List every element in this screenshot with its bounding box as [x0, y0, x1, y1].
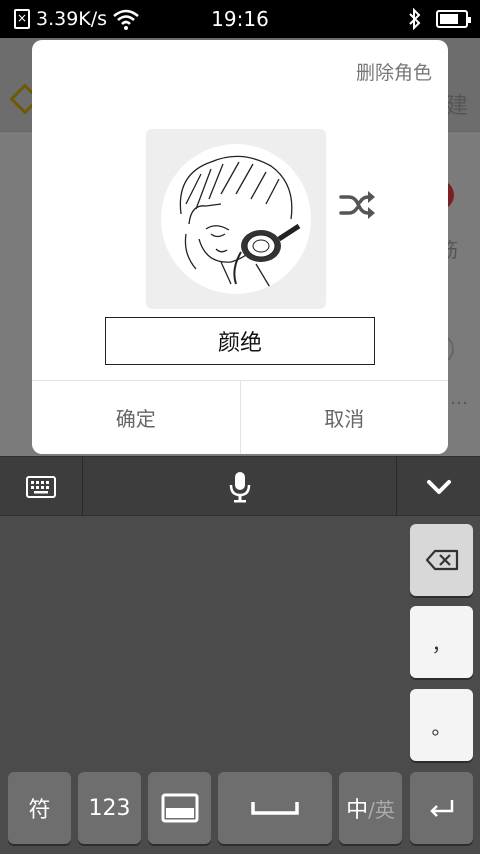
bluetooth-icon — [409, 8, 421, 30]
dialog-actions: 确定 取消 — [32, 380, 448, 454]
avatar-illustration — [179, 155, 301, 290]
lang-primary-label: 中 — [346, 798, 369, 823]
comma-key[interactable]: ， — [410, 606, 473, 678]
avatar — [161, 144, 311, 294]
backspace-icon — [425, 549, 458, 571]
space-icon — [251, 802, 299, 815]
more-label: … — [450, 388, 468, 409]
avatar-frame[interactable] — [146, 129, 326, 309]
delete-role-button[interactable]: 删除角色 — [356, 58, 432, 85]
keyboard: ， 。 符 123 中/英 — [0, 516, 480, 854]
create-label: 建 — [445, 94, 468, 119]
chevron-down-icon — [426, 480, 451, 494]
keyboard-icon — [26, 476, 56, 498]
keyboard-layout-icon — [161, 793, 198, 823]
microphone-icon — [229, 472, 250, 503]
status-bar: × 3.39K/s 19:16 — [0, 0, 480, 38]
lang-secondary-label: /英 — [368, 797, 395, 822]
battery-icon — [436, 10, 471, 28]
language-switch-key[interactable]: 中/英 — [339, 772, 402, 844]
keyboard-switch-button[interactable] — [0, 457, 82, 517]
backspace-key[interactable] — [410, 524, 473, 596]
symbols-key[interactable]: 符 — [8, 772, 71, 844]
edit-role-dialog: 删除角色 颜绝 确定 取消 — [32, 40, 448, 454]
enter-icon — [429, 800, 453, 817]
role-name-input[interactable] — [105, 317, 375, 365]
keyboard-toolbar — [0, 456, 480, 517]
enter-key[interactable] — [410, 772, 473, 844]
layout-key[interactable] — [148, 772, 211, 844]
collapse-keyboard-button[interactable] — [397, 457, 480, 517]
numbers-key[interactable]: 123 — [78, 772, 141, 844]
period-key[interactable]: 。 — [410, 689, 473, 761]
shuffle-icon[interactable] — [338, 188, 376, 222]
space-key[interactable] — [218, 772, 332, 844]
cancel-button[interactable]: 取消 — [239, 381, 449, 454]
confirm-button[interactable]: 确定 — [32, 381, 240, 454]
voice-input-button[interactable] — [83, 457, 396, 517]
